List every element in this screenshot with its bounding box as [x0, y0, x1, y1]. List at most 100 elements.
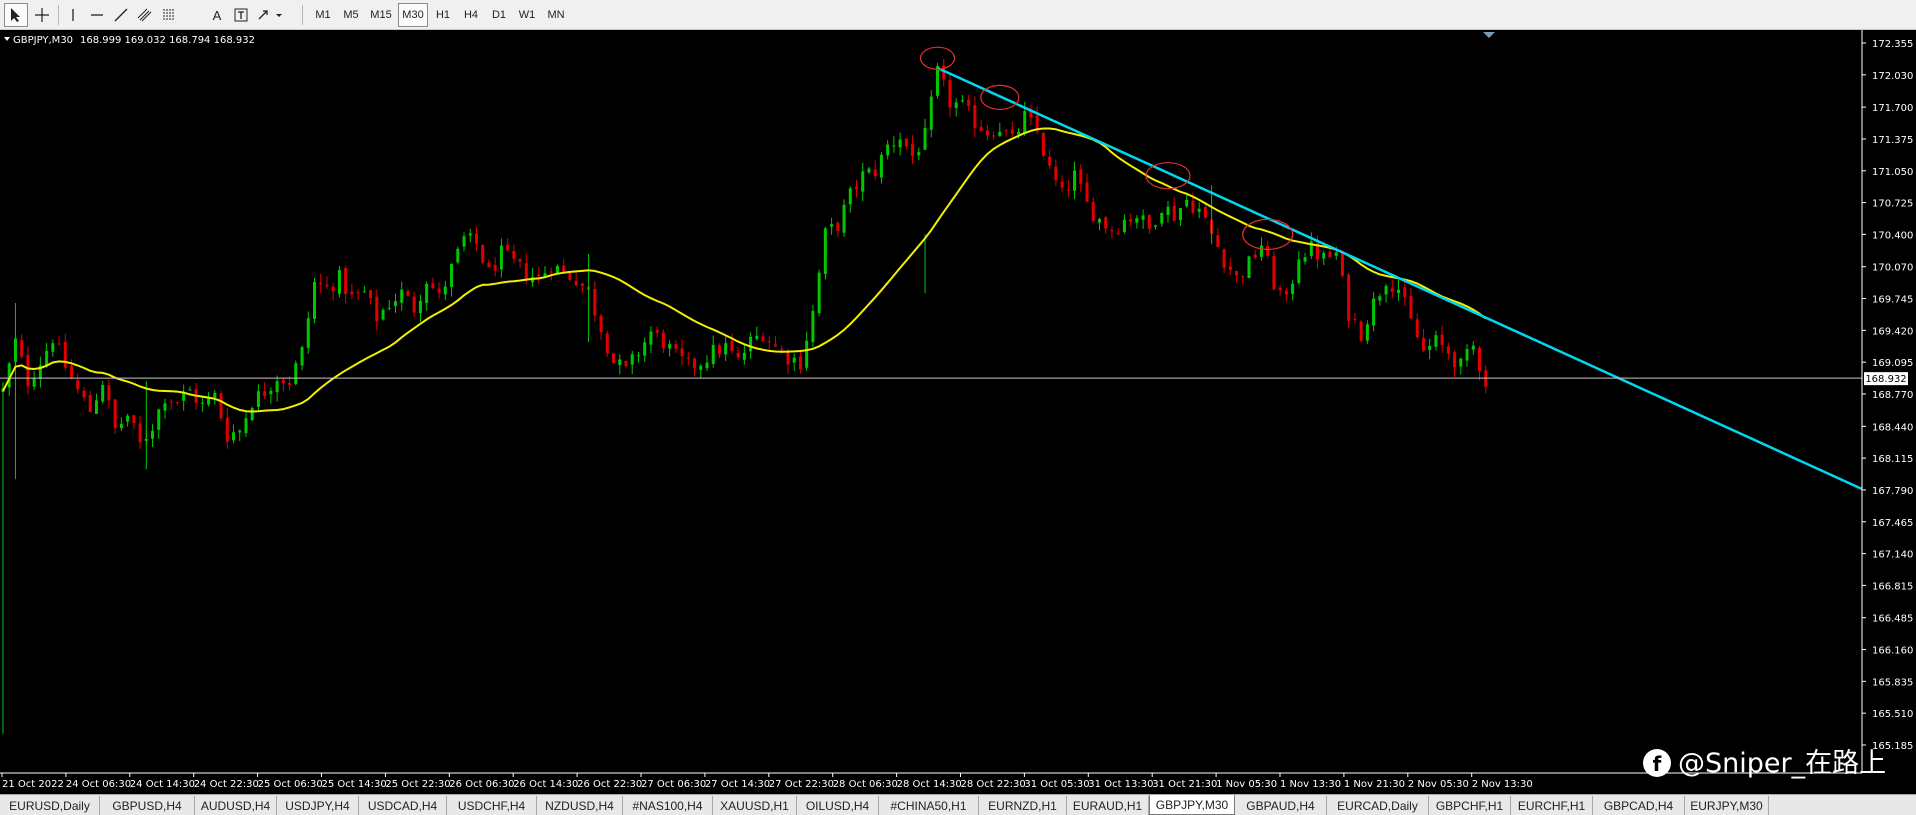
candle-bear — [911, 143, 915, 157]
tab-gbpjpy-m30[interactable]: GBPJPY,M30 — [1149, 795, 1235, 815]
candle-bear — [1079, 169, 1083, 184]
x-tick-label: 1 Nov 05:30 — [1216, 779, 1277, 790]
tab-usdjpy-h4[interactable]: USDJPY,H4 — [277, 796, 359, 815]
candle-bear — [1085, 182, 1089, 202]
x-tick-label: 28 Oct 14:30 — [897, 779, 962, 790]
candle-bull — [618, 359, 622, 366]
candle-bear — [132, 415, 136, 424]
x-tick-label: 24 Oct 22:30 — [194, 779, 259, 790]
tab-usdchf-h4[interactable]: USDCHF,H4 — [447, 796, 537, 815]
candle-bull — [1297, 259, 1301, 283]
candle-bear — [1010, 129, 1014, 134]
horizontal-line-icon[interactable] — [86, 3, 108, 27]
tab-eurjpy-m30[interactable]: EURJPY,M30 — [1685, 796, 1769, 815]
candle-bull — [1465, 349, 1469, 361]
candle-bear — [979, 126, 983, 132]
y-tick-label: 166.160 — [1872, 646, 1913, 657]
candle-bull — [705, 362, 709, 369]
candle-bull — [1378, 296, 1382, 301]
candle-bear — [761, 336, 765, 342]
y-tick-label: 168.770 — [1872, 390, 1913, 401]
candle-bear — [431, 283, 435, 289]
candle-bull — [387, 307, 391, 309]
y-tick-label: 169.745 — [1872, 295, 1913, 306]
candle-bear — [774, 344, 778, 347]
tab-eurusd-daily[interactable]: EURUSD,Daily — [0, 796, 100, 815]
candle-bull — [294, 363, 298, 385]
timeframe-m15[interactable]: M15 — [366, 3, 396, 27]
candle-bull — [923, 127, 927, 150]
tab-nzdusd-h4[interactable]: NZDUSD,H4 — [537, 796, 623, 815]
candle-bull — [381, 309, 385, 320]
candle-bull — [256, 391, 260, 407]
candle-bull — [1459, 358, 1463, 367]
tab-eurcad-daily[interactable]: EURCAD,Daily — [1327, 796, 1429, 815]
tab-gbpaud-h4[interactable]: GBPAUD,H4 — [1235, 796, 1327, 815]
chart-window[interactable]: 172.355 172.030 171.700 171.375 171.050 170.7… — [0, 30, 1916, 794]
candle-bull — [1016, 131, 1020, 135]
candle-bull — [306, 318, 310, 348]
trendline-icon[interactable] — [110, 3, 132, 27]
tab-gbpusd-h4[interactable]: GBPUSD,H4 — [100, 796, 195, 815]
candle-bear — [26, 355, 30, 387]
timeframe-d1[interactable]: D1 — [486, 3, 512, 27]
text-icon[interactable]: A — [206, 3, 228, 27]
candle-bear — [1328, 251, 1332, 258]
candle-bull — [1384, 285, 1388, 295]
tab-china50-h1[interactable]: #CHINA50,H1 — [879, 796, 979, 815]
candle-bull — [238, 430, 242, 433]
candle-bear — [487, 262, 491, 268]
tab-eurchf-h1[interactable]: EURCHF,H1 — [1511, 796, 1593, 815]
candle-bear — [1340, 253, 1344, 276]
candle-bull — [1434, 335, 1438, 347]
text-label-icon[interactable] — [230, 3, 252, 27]
candle-bull — [275, 381, 279, 393]
tab-gbpchf-h1[interactable]: GBPCHF,H1 — [1429, 796, 1511, 815]
candle-bear — [624, 361, 628, 367]
crosshair-icon[interactable] — [30, 3, 54, 27]
arrows-icon[interactable] — [254, 3, 288, 27]
price-chart[interactable]: 172.355 172.030 171.700 171.375 171.050 170.7… — [0, 30, 1916, 794]
candle-bear — [693, 358, 697, 368]
timeframe-m30[interactable]: M30 — [398, 3, 428, 27]
candle-bull — [817, 272, 821, 314]
tab-euraud-h1[interactable]: EURAUD,H1 — [1067, 796, 1149, 815]
tab-xauusd-h1[interactable]: XAUUSD,H1 — [713, 796, 797, 815]
timeframe-w1[interactable]: W1 — [514, 3, 540, 27]
candle-bear — [1440, 334, 1444, 345]
candle-bull — [1023, 110, 1027, 134]
x-tick-label: 27 Oct 14:30 — [705, 779, 770, 790]
x-tick-label: 26 Oct 22:30 — [577, 779, 642, 790]
tab-gbpcad-h4[interactable]: GBPCAD,H4 — [1593, 796, 1685, 815]
candle-bull — [929, 96, 933, 130]
timeframe-m1[interactable]: M1 — [310, 3, 336, 27]
vertical-line-icon[interactable] — [62, 3, 84, 27]
fibonacci-icon[interactable] — [158, 3, 180, 27]
candle-bull — [811, 310, 815, 343]
candle-bear — [506, 244, 510, 251]
cursor-icon[interactable] — [4, 3, 28, 27]
candle-bull — [32, 378, 36, 387]
candle-bear — [537, 274, 541, 277]
text-icon-glyph: A — [212, 7, 222, 23]
tab-audusd-h4[interactable]: AUDUSD,H4 — [195, 796, 277, 815]
candle-bear — [474, 233, 478, 244]
timeframe-h1[interactable]: H1 — [430, 3, 456, 27]
x-tick-label: 24 Oct 14:30 — [130, 779, 195, 790]
timeframe-m5[interactable]: M5 — [338, 3, 364, 27]
tab-nas100-h4[interactable]: #NAS100,H4 — [623, 796, 713, 815]
timeframe-h4[interactable]: H4 — [458, 3, 484, 27]
timeframe-mn[interactable]: MN — [542, 3, 570, 27]
candle-bear — [1359, 321, 1363, 341]
tab-eurnzd-h1[interactable]: EURNZD,H1 — [979, 796, 1067, 815]
toolbar-separator — [302, 5, 303, 25]
tab-usdcad-h4[interactable]: USDCAD,H4 — [359, 796, 447, 815]
tab-oilusd-h4[interactable]: OILUSD,H4 — [797, 796, 879, 815]
candle-bear — [70, 366, 74, 379]
candle-bull — [886, 144, 890, 156]
candle-bull — [699, 365, 703, 370]
chart-tabs: EURUSD,Daily GBPUSD,H4 AUDUSD,H4 USDJPY,H4 U… — [0, 794, 1916, 815]
candle-bear — [786, 351, 790, 365]
candle-bear — [580, 283, 584, 287]
equidistant-channel-icon[interactable] — [134, 3, 156, 27]
